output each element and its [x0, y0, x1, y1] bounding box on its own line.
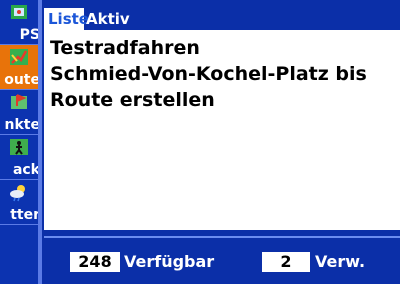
sidebar-item-route[interactable]: oute	[0, 45, 42, 90]
track-icon	[10, 139, 28, 155]
used-label: Verw.	[315, 252, 366, 271]
route-list: Testradfahren Schmied-Von-Kochel-Platz b…	[44, 30, 400, 230]
used-count: 2	[262, 252, 310, 272]
sidebar-item-label: ack	[12, 162, 40, 178]
sidebar-item-label: tter	[10, 207, 40, 223]
sidebar-scrollbar[interactable]	[38, 0, 42, 284]
weather-icon	[10, 185, 25, 202]
sidebar: PS oute nkte ack tter	[0, 0, 42, 284]
available-count: 248	[70, 252, 120, 272]
sidebar-item-label: PS	[19, 27, 40, 43]
list-item[interactable]: Route erstellen	[50, 88, 215, 112]
sidebar-item-weather[interactable]: tter	[0, 180, 42, 225]
available-label: Verfügbar	[124, 252, 215, 271]
tab-liste[interactable]: Liste	[44, 8, 89, 30]
sidebar-item-waypoints[interactable]: nkte	[0, 90, 42, 135]
sidebar-item-label: nkte	[4, 117, 40, 133]
sidebar-item-track[interactable]: ack	[0, 135, 42, 180]
sidebar-item-label: oute	[4, 72, 40, 88]
list-item[interactable]: Testradfahren	[50, 36, 200, 60]
tab-aktiv[interactable]: Aktiv	[82, 8, 130, 30]
route-icon	[10, 49, 28, 65]
sidebar-item-gps[interactable]: PS	[0, 0, 42, 45]
gps-icon	[11, 5, 27, 19]
divider	[44, 236, 400, 238]
waypoints-icon	[11, 94, 27, 109]
list-item[interactable]: Schmied-Von-Kochel-Platz bis	[50, 62, 367, 86]
